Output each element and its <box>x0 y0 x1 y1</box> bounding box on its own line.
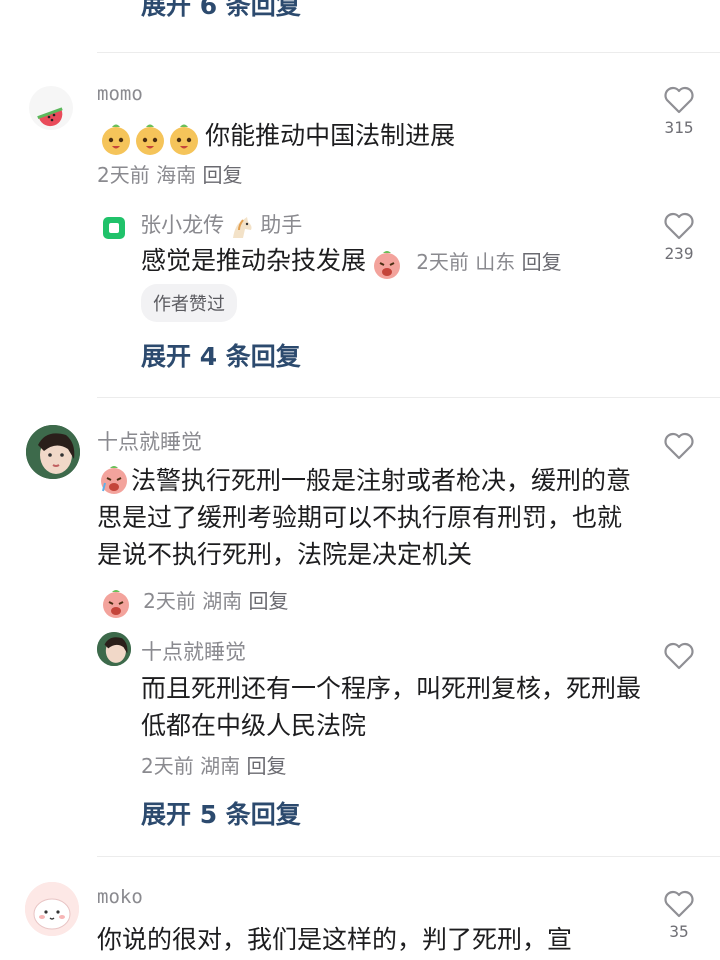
like-button[interactable]: 239 <box>659 212 699 263</box>
comment-content: 你能推动中国法制进展 <box>100 117 455 157</box>
watermelon-icon <box>37 107 63 127</box>
reply-meta: 2天前 湖南 回复 <box>141 750 286 779</box>
reply-button[interactable]: 回复 <box>246 754 286 778</box>
reply-location: 山东 <box>475 250 516 274</box>
reply-time: 2天前 <box>416 250 469 274</box>
divider <box>97 856 720 857</box>
reply-avatar[interactable] <box>97 632 131 666</box>
expand-replies-link[interactable]: 展开 5 条回复 <box>141 795 301 831</box>
horse-emoji-icon <box>233 216 252 238</box>
comment-text: 你说的很对，我们是这样的，判了死刑，宣 <box>97 925 573 954</box>
heart-outline-icon <box>664 212 694 240</box>
divider <box>97 52 720 53</box>
comment-text: 你能推动中国法制进展 <box>205 121 456 150</box>
reply-button[interactable]: 回复 <box>522 250 562 274</box>
like-button[interactable]: 35 <box>659 890 699 941</box>
heart-outline-icon <box>664 86 694 114</box>
crying-emoji-icon <box>103 589 129 618</box>
comment-text: 法警执行死刑一般是注射或者枪决，缓刑的意思是过了缓刑考验期可以不执行原有刑罚，也… <box>97 466 632 569</box>
crying-emoji-icon <box>374 250 401 279</box>
comment-location: 海南 <box>156 163 197 187</box>
reply-username[interactable]: 张小龙传 <box>140 213 224 237</box>
heart-outline-icon <box>664 642 694 670</box>
crying-emoji-icon <box>101 466 127 494</box>
reply-text: 而且死刑还有一个程序，叫死刑复核，死刑最低都在中级人民法院 <box>141 674 642 740</box>
avatar[interactable] <box>26 425 80 479</box>
comment-meta: 2天前 湖南 回复 <box>100 585 289 620</box>
expand-replies-link[interactable]: 展开 4 条回复 <box>141 337 301 373</box>
reply-time: 2天前 <box>141 754 194 778</box>
reply-button[interactable]: 回复 <box>202 163 242 187</box>
expand-replies-link[interactable]: 展开 6 条回复 <box>141 0 301 22</box>
heart-outline-icon <box>664 432 694 460</box>
user-photo-icon <box>26 425 80 479</box>
reply-username[interactable]: 十点就睡觉 <box>141 636 246 666</box>
reply-author-row: 张小龙传 助手 <box>103 209 302 240</box>
like-count: 35 <box>669 922 689 941</box>
reply-text: 感觉是推动杂技发展 <box>141 246 367 275</box>
divider <box>97 397 720 398</box>
comment-content: 法警执行死刑一般是注射或者枪决，缓刑的意思是过了缓刑考验期可以不执行原有刑罚，也… <box>97 462 637 573</box>
reply-location: 湖南 <box>200 754 241 778</box>
comment-username[interactable]: 十点就睡觉 <box>97 426 202 456</box>
heart-outline-icon <box>664 890 694 918</box>
reply-content: 感觉是推动杂技发展 2天前 山东 回复 <box>141 242 562 281</box>
comment-location: 湖南 <box>202 589 243 613</box>
comment-time: 2天前 <box>97 163 150 187</box>
like-button[interactable] <box>659 432 699 460</box>
assistant-app-icon <box>103 216 125 239</box>
avatar[interactable] <box>29 86 73 130</box>
comment-username[interactable]: momo <box>97 83 143 105</box>
avatar[interactable] <box>25 882 79 936</box>
cute-character-icon <box>25 882 79 936</box>
comment-meta: 2天前 海南 回复 <box>97 159 242 188</box>
author-liked-badge: 作者赞过 <box>141 284 237 322</box>
like-button[interactable]: 315 <box>659 86 699 137</box>
like-count: 239 <box>664 244 694 263</box>
reply-username-suffix: 助手 <box>260 213 303 237</box>
user-photo-icon <box>97 632 131 666</box>
like-count: 315 <box>664 118 694 137</box>
like-button[interactable] <box>659 642 699 670</box>
comment-time: 2天前 <box>143 589 196 613</box>
comment-username[interactable]: moko <box>97 886 143 908</box>
cartoon-face-emoji-icon <box>102 124 198 155</box>
reply-button[interactable]: 回复 <box>249 589 289 613</box>
